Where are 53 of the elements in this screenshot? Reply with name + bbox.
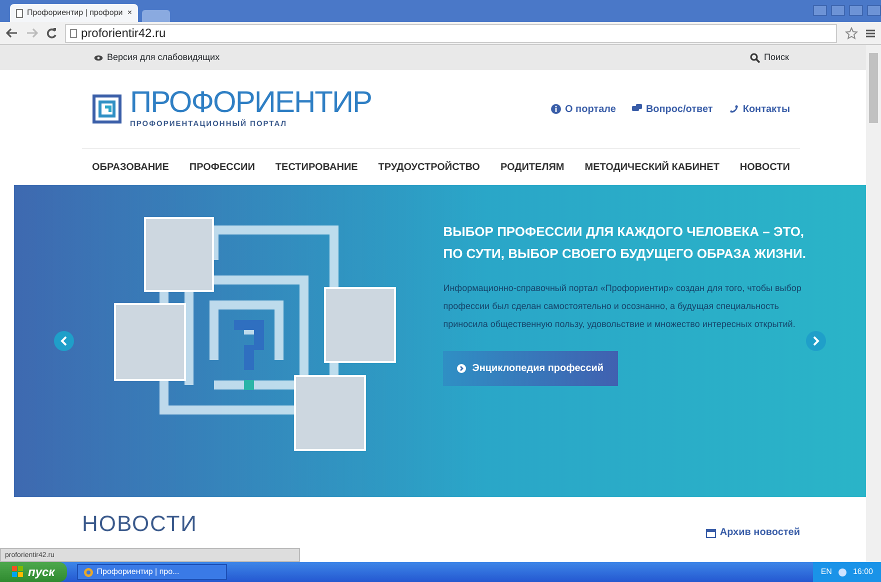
start-button[interactable]: пуск [0,562,67,582]
hero-heading: ПО СУТИ, ВЫБОР СВОЕГО БУДУЩЕГО ОБРАЗА ЖИЗНИ. [443,245,806,264]
phone-icon [728,104,739,114]
new-tab-button[interactable] [142,10,170,22]
section-heading: НОВОСТИ [82,510,198,538]
menu-icon[interactable] [866,28,875,38]
address-bar[interactable]: proforientir42.ru [65,24,837,42]
taskbar-item[interactable]: Профориентир | про... [76,564,227,580]
close-button[interactable] [867,5,881,16]
accessibility-link[interactable]: Версия для слабовидящих [94,50,220,64]
logo-title: ПРОФОРИЕНТИР [130,88,372,118]
encyclopedia-button[interactable]: Энциклопедия профессий [443,351,618,386]
nav-link[interactable]: ТЕСТИРОВАНИЕ [275,160,358,174]
nav-link[interactable]: НОВОСТИ [740,160,790,174]
tab-close-button[interactable]: × [127,7,132,19]
url-text: proforientir42.ru [81,25,166,42]
back-icon[interactable] [6,28,18,38]
next-slide-button[interactable] [806,331,826,351]
windows-flag-icon [12,566,24,578]
restore-button[interactable] [849,5,863,16]
minimize-button[interactable] [831,5,845,16]
star-icon[interactable] [845,26,858,40]
calendar-icon [706,528,716,538]
chevron-left-icon [60,336,68,346]
hero-heading: ВЫБОР ПРОФЕССИИ ДЛЯ КАЖДОГО ЧЕЛОВЕКА – ЭТО, [443,223,806,241]
arrow-circle-icon [457,364,466,374]
search-icon [750,52,760,62]
search-link[interactable]: Поиск [750,50,789,64]
clock: 16:00 [852,566,873,578]
chevron-right-icon [812,336,820,346]
nav-link[interactable]: ТРУДОУСТРОЙСТВО [378,160,480,174]
reload-icon[interactable] [46,28,57,38]
logo-icon [92,94,122,124]
page-icon [70,28,77,38]
nav-link[interactable]: РОДИТЕЛЯМ [500,160,564,174]
tab-title: Профориентир | профори [27,7,124,19]
info-icon [551,104,561,114]
browser-icon [84,568,93,576]
header-link[interactable]: Вопрос/ответ [632,102,713,116]
hero-description: Информационно-справочный портал «Профориентир» создан для того, чтобы выбор профессии был сделан самостоятельно и осознанно, а будущая специальность приносила общественную пользу, удовольствие и множество интересных открытий. [443,282,802,332]
nav-link[interactable]: ОБРАЗОВАНИЕ [92,160,169,174]
chat-icon [632,104,642,114]
nav-link[interactable]: МЕТОДИЧЕСКИЙ КАБИНЕТ [584,160,720,174]
header-link[interactable]: Контакты [728,102,790,116]
forward-icon[interactable] [26,28,38,38]
nav-link[interactable]: ПРОФЕССИИ [189,160,255,174]
previous-slide-button[interactable] [54,331,74,351]
eye-icon [94,54,103,60]
news-archive-link[interactable]: Архив новостей [706,525,800,540]
browser-tab[interactable]: Профориентир | профори × [10,4,138,22]
page-icon [16,8,23,18]
tray-icon [838,568,847,576]
header-link[interactable]: О портале [551,102,616,116]
